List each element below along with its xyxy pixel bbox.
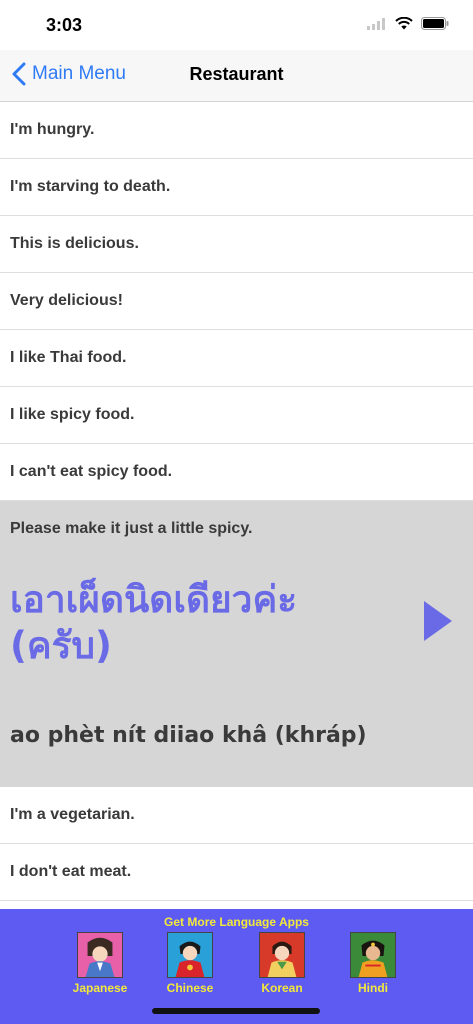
korean-app-icon <box>259 932 305 978</box>
chinese-app-link[interactable]: Chinese <box>160 932 220 995</box>
phrase-english: I'm a vegetarian. <box>10 806 135 823</box>
phrase-row[interactable]: This is delicious. <box>0 216 473 273</box>
app-label: Hindi <box>358 981 388 995</box>
phrase-english: This is delicious. <box>10 235 139 252</box>
more-apps-banner: Get More Language Apps Japanese Chinese <box>0 909 473 1024</box>
phrase-row[interactable]: I'm a vegetarian. <box>0 787 473 844</box>
status-icons <box>367 17 449 30</box>
phrase-row[interactable]: I like spicy food. <box>0 387 473 444</box>
phrase-row[interactable]: I like Thai food. <box>0 330 473 387</box>
phrase-romanization: ao phèt nít diiao khâ (khráp) <box>10 723 367 748</box>
play-audio-icon[interactable] <box>424 601 452 641</box>
hindi-app-link[interactable]: Hindi <box>343 932 403 995</box>
phrase-row[interactable]: Very delicious! <box>0 273 473 330</box>
app-label: Chinese <box>166 981 214 995</box>
phrase-english: I like spicy food. <box>10 406 135 423</box>
wifi-icon <box>395 17 413 30</box>
phrase-english: I can't eat spicy food. <box>10 463 173 480</box>
battery-icon <box>421 17 449 30</box>
japanese-app-link[interactable]: Japanese <box>70 932 130 995</box>
more-apps-title: Get More Language Apps <box>164 915 309 929</box>
page-title: Restaurant <box>189 64 284 84</box>
app-label: Korean <box>261 981 303 995</box>
phrase-list: I'm hungry. I'm starving to death. This … <box>0 102 473 901</box>
status-bar: 3:03 <box>0 0 473 50</box>
phrase-row-expanded[interactable]: Please make it just a little spicy. เอาเ… <box>0 501 473 787</box>
korean-app-link[interactable]: Korean <box>252 932 312 995</box>
home-indicator[interactable] <box>152 1008 320 1014</box>
phrase-english: I'm hungry. <box>10 121 95 138</box>
phrase-thai: เอาเผ็ดนิดเดียวค่ะ (ครับ) <box>10 578 298 667</box>
phrase-english: Please make it just a little spicy. <box>10 520 253 537</box>
phrase-row[interactable]: I don't eat meat. <box>0 844 473 901</box>
phrase-english: I don't eat meat. <box>10 863 132 880</box>
phrase-row[interactable]: I can't eat spicy food. <box>0 444 473 501</box>
hindi-app-icon <box>350 932 396 978</box>
cellular-signal-icon <box>367 17 385 30</box>
phrase-english: Very delicious! <box>10 292 123 309</box>
status-time: 3:03 <box>46 15 83 35</box>
japanese-app-icon <box>77 932 123 978</box>
phrase-row[interactable]: I'm hungry. <box>0 102 473 159</box>
chinese-app-icon <box>167 932 213 978</box>
navigation-bar: Main Menu Restaurant <box>0 50 473 102</box>
phrase-english: I like Thai food. <box>10 349 127 366</box>
phrase-english: I'm starving to death. <box>10 178 171 195</box>
app-label: Japanese <box>72 981 128 995</box>
phrase-row[interactable]: I'm starving to death. <box>0 159 473 216</box>
